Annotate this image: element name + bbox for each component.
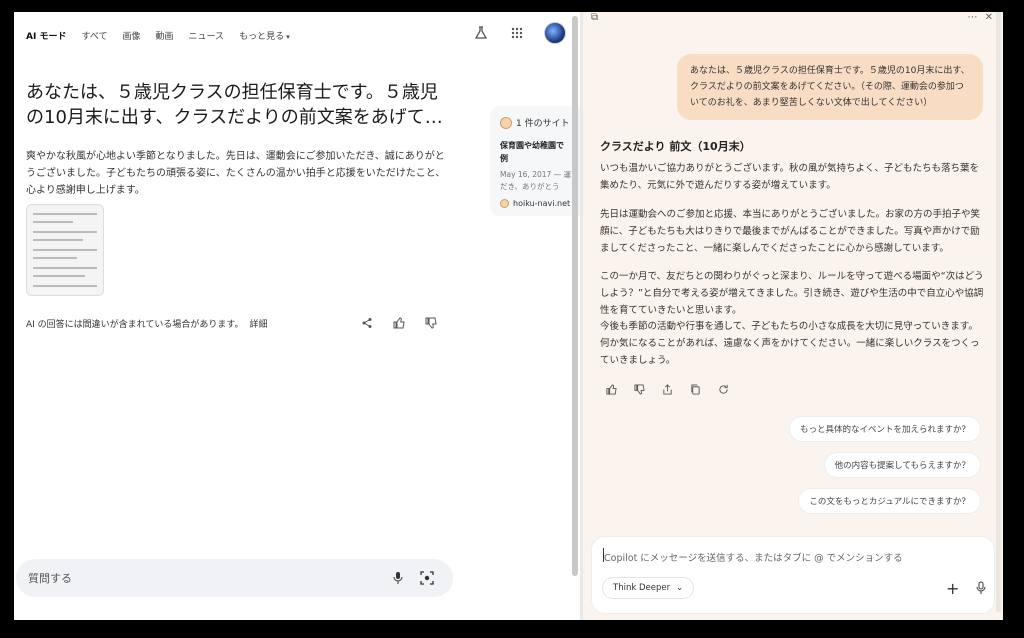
more-options-icon[interactable]: ⋯ ✕ bbox=[967, 12, 995, 23]
query-title: あなたは、５歳児クラスの担任保育士です。５歳児の10月末に出す、クラスだよりの前… bbox=[26, 82, 443, 128]
user-message-bubble: あなたは、５歳児クラスの担任保育士です。５歳児の10月末に出す、クラスだよりの前… bbox=[677, 54, 983, 120]
ai-answer-text: 爽やかな秋風が心地よい季節となりました。先日は、運動会にご参加いただき、誠にあり… bbox=[26, 151, 446, 196]
screen: AI モード すべて 画像 動画 ニュース もっと見る あなたは、５歳児クラスの… bbox=[14, 12, 1003, 620]
thumbs-up-icon[interactable] bbox=[390, 314, 408, 332]
microphone-icon[interactable] bbox=[389, 569, 407, 587]
share-icon[interactable] bbox=[659, 381, 675, 397]
share-icon[interactable] bbox=[358, 314, 376, 332]
response-paragraph: いつも温かいご協力ありがとうございます。秋の風が気持ちよく、子どもたちも落ち葉を… bbox=[600, 163, 980, 191]
copilot-composer[interactable]: Copilot にメッセージを送信する、またはタブに @ でメンションする Th… bbox=[591, 536, 995, 614]
copilot-pane: ⧉ ⋯ ✕ あなたは、５歳児クラスの担任保育士です。５歳児の10月末に出す、クラ… bbox=[583, 12, 1003, 620]
left-scrollbar[interactable] bbox=[572, 16, 578, 576]
copy-icon[interactable] bbox=[687, 381, 703, 397]
details-link[interactable]: 詳細 bbox=[250, 317, 268, 330]
disclaimer-text: AI の回答には間違いが含まれている場合があります。 bbox=[26, 320, 244, 330]
tab-videos[interactable]: 動画 bbox=[155, 29, 173, 42]
source-count: 1 件のサイト bbox=[500, 116, 580, 129]
suggestion-chip[interactable]: この文をもっとカジュアルにできますか？ bbox=[798, 488, 981, 514]
thumbs-up-icon[interactable] bbox=[603, 381, 619, 397]
header-actions bbox=[472, 22, 566, 44]
thumbs-down-icon[interactable] bbox=[422, 314, 440, 332]
ask-input-bar[interactable]: 質問する bbox=[16, 559, 453, 597]
right-scrollbar[interactable] bbox=[996, 12, 1001, 612]
answer-feedback bbox=[358, 314, 440, 332]
chevron-down-icon: ⌄ bbox=[676, 583, 684, 593]
tab-news[interactable]: ニュース bbox=[189, 29, 225, 42]
suggestion-chip[interactable]: 他の内容も提案してもらえますか？ bbox=[823, 452, 981, 478]
source-snippet: May 16, 2017 — 運 だき、ありがとう bbox=[500, 170, 572, 191]
microphone-icon[interactable] bbox=[972, 579, 990, 597]
source-title: 保育園や幼稚園で 例 bbox=[500, 141, 564, 163]
tab-more[interactable]: もっと見る bbox=[239, 29, 290, 42]
site-favicon-icon bbox=[500, 199, 509, 208]
account-avatar[interactable] bbox=[544, 22, 566, 44]
ai-disclaimer: AI の回答には間違いが含まれている場合があります。 詳細 bbox=[26, 317, 268, 330]
search-tabs: AI モード すべて 画像 動画 ニュース もっと見る bbox=[26, 26, 290, 44]
tab-all[interactable]: すべて bbox=[81, 29, 107, 42]
tab-ai-mode[interactable]: AI モード bbox=[26, 29, 66, 42]
tab-images[interactable]: 画像 bbox=[122, 29, 140, 42]
source-site: hoiku-navi.net bbox=[500, 199, 580, 208]
site-favicon-icon bbox=[500, 116, 512, 129]
mode-label: Think Deeper bbox=[613, 583, 671, 593]
ask-input[interactable]: 質問する bbox=[28, 570, 72, 586]
search-pane: AI モード すべて 画像 動画 ニュース もっと見る あなたは、５歳児クラスの… bbox=[14, 12, 590, 620]
composer-input[interactable]: Copilot にメッセージを送信する、またはタブに @ でメンションする bbox=[604, 550, 903, 564]
add-attachment-icon[interactable]: + bbox=[946, 579, 959, 598]
thumbs-down-icon[interactable] bbox=[631, 381, 647, 397]
labs-flask-icon[interactable] bbox=[472, 24, 490, 42]
response-paragraph: 先日は運動会へのご参加と応援、本当にありがとうございました。お家の方の手拍子や笑… bbox=[600, 209, 981, 254]
suggestion-chip[interactable]: もっと具体的なイベントを加えられますか？ bbox=[788, 416, 981, 442]
lens-camera-icon[interactable] bbox=[418, 569, 436, 587]
think-deeper-dropdown[interactable]: Think Deeper ⌄ bbox=[602, 577, 695, 599]
regenerate-icon[interactable] bbox=[715, 381, 731, 397]
response-paragraph: 今後も季節の活動や行事を通して、子どもたちの小さな成長を大切に見守っていきます。… bbox=[600, 321, 980, 366]
open-external-icon[interactable]: ⧉ bbox=[591, 12, 598, 23]
response-heading: クラスだより 前文（10月末） bbox=[600, 140, 751, 153]
answer-thumbnail-image[interactable] bbox=[26, 204, 104, 296]
apps-grid-icon[interactable] bbox=[508, 24, 526, 42]
response-actions bbox=[603, 381, 731, 397]
response-paragraph: この一か月で、友だちとの関わりがぐっと深まり、ルールを守って遊べる場面や“次はど… bbox=[600, 271, 984, 316]
